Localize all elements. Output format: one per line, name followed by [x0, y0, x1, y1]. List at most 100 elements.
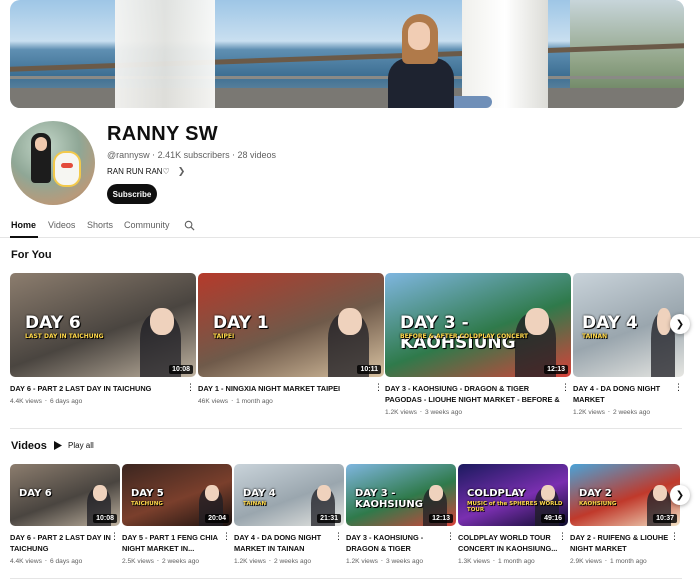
more-vert-icon[interactable]: ⋮ [186, 382, 195, 393]
duration-badge: 21:31 [317, 514, 341, 523]
thumbnail-subtitle-overlay: TAICHUNG [131, 501, 163, 507]
thumbnail-subtitle-overlay: TAINAN [243, 501, 267, 507]
video-card[interactable]: DAY 5 TAICHUNG 20:04 DAY 5 - PART 1 FENG CH… [122, 464, 232, 565]
video-meta: 1.2K views ‧ 2 weeks ago [234, 557, 344, 565]
thumbnail-title-overlay: DAY 2 [579, 488, 612, 499]
upload-age: 1 month ago [610, 558, 647, 565]
video-card[interactable]: DAY 2 KAOHSIUNG 10:37 DAY 2 - RUIFENG & LIO… [570, 464, 680, 565]
more-vert-icon[interactable]: ⋮ [374, 382, 383, 393]
video-meta: 1.3K views ‧ 1 month ago [458, 557, 568, 565]
video-card[interactable]: DAY 3 - KAOHSIUNG BEFORE & AFTER COLDPLAY… [385, 273, 571, 416]
active-tab-indicator [10, 236, 38, 238]
channel-avatar[interactable] [11, 121, 95, 205]
more-vert-icon[interactable]: ⋮ [561, 382, 570, 393]
meta-separator: ‧ [492, 558, 495, 565]
video-title[interactable]: DAY 3 - KAOHSIUNG - DRAGON & TIGER PAGOD… [346, 532, 456, 554]
tab-community[interactable]: Community [124, 220, 170, 230]
more-vert-icon[interactable]: ⋮ [222, 531, 231, 542]
view-count: 2.5K views [122, 558, 154, 565]
meta-separator: ‧ [604, 558, 607, 565]
video-thumbnail[interactable]: DAY 6 LAST DAY IN TAICHUNG 10:08 [10, 273, 196, 377]
more-vert-icon[interactable]: ⋮ [670, 531, 679, 542]
subscribe-button[interactable]: Subscribe [107, 184, 157, 204]
video-meta: 1.2K views ‧ 3 weeks ago [385, 408, 571, 416]
more-vert-icon[interactable]: ⋮ [110, 531, 119, 542]
play-all-button[interactable]: Play all [54, 441, 94, 450]
thumbnail-subtitle-overlay: LAST DAY IN TAICHUNG [25, 333, 104, 340]
video-title[interactable]: DAY 2 - RUIFENG & LIOUHE NIGHT MARKET KA… [570, 532, 680, 554]
video-thumbnail[interactable]: DAY 4 TAINAN [573, 273, 684, 377]
thumbnail-face [150, 308, 174, 335]
channel-name: RANNY SW [107, 123, 218, 145]
video-title[interactable]: DAY 4 - DA DONG NIGHT MARKET IN TAINAN [234, 532, 344, 554]
video-title[interactable]: DAY 6 - PART 2 LAST DAY IN TAICHUNG [10, 532, 120, 554]
video-thumbnail[interactable]: DAY 3 - KAOHSIUNG 12:13 [346, 464, 456, 526]
video-meta: 2.9K views ‧ 1 month ago [570, 557, 680, 565]
video-meta: 2.5K views ‧ 2 weeks ago [122, 557, 232, 565]
more-vert-icon[interactable]: ⋮ [558, 531, 567, 542]
channel-banner [10, 0, 684, 108]
meta-separator: ‧ [231, 398, 234, 405]
meta-separator: ‧ [419, 409, 422, 416]
duration-badge: 20:04 [205, 514, 229, 523]
meta-separator: ‧ [152, 150, 156, 160]
video-meta: 1.2K views ‧ 3 weeks ago [346, 557, 456, 565]
tab-shorts[interactable]: Shorts [87, 220, 113, 230]
upload-age: 3 weeks ago [386, 558, 424, 565]
thumbnail-title-overlay: DAY 6 [25, 313, 81, 333]
video-card[interactable]: DAY 6 10:08 DAY 6 - PART 2 LAST DAY IN TAI… [10, 464, 120, 565]
more-vert-icon[interactable]: ⋮ [334, 531, 343, 542]
thumbnail-title-overlay: DAY 5 [131, 488, 164, 499]
video-thumbnail[interactable]: DAY 6 10:08 [10, 464, 120, 526]
section-title-videos: Videos [11, 440, 47, 452]
video-card[interactable]: DAY 4 TAINAN 21:31 DAY 4 - DA DONG NIGHT MA… [234, 464, 344, 565]
video-card[interactable]: DAY 1 TAIPEI 10:11 DAY 1 - NINGXIA NIGHT MA… [198, 273, 384, 405]
video-title[interactable]: DAY 3 - KAOHSIUNG - DRAGON & TIGER PAGOD… [385, 383, 571, 405]
thumbnail-face [657, 308, 671, 335]
meta-separator: ‧ [156, 558, 159, 565]
banner-person [382, 14, 492, 108]
thumbnail-face [93, 485, 107, 501]
video-title[interactable]: DAY 4 - DA DONG NIGHT MARKET [573, 383, 684, 405]
video-title[interactable]: DAY 6 - PART 2 LAST DAY IN TAICHUNG [10, 383, 196, 394]
video-thumbnail[interactable]: DAY 2 KAOHSIUNG 10:37 [570, 464, 680, 526]
channel-tabs: Home Videos Shorts Community [0, 214, 700, 238]
thumbnail-title-overlay: DAY 4 [582, 313, 638, 333]
video-thumbnail[interactable]: DAY 3 - KAOHSIUNG BEFORE & AFTER COLDPLAY… [385, 273, 571, 377]
upload-age: 1 month ago [498, 558, 535, 565]
video-meta: 4.4K views ‧ 6 days ago [10, 557, 120, 565]
upload-age: 2 weeks ago [162, 558, 200, 565]
channel-description[interactable]: RAN RUN RAN♡ ❯ [107, 166, 185, 177]
video-card[interactable]: DAY 6 LAST DAY IN TAICHUNG 10:08 DAY 6 - PA… [10, 273, 196, 405]
view-count: 4.4K views [10, 398, 42, 405]
thumbnail-subtitle-overlay: TAIPEI [213, 333, 235, 340]
search-icon[interactable] [184, 220, 195, 231]
video-card[interactable]: DAY 4 TAINAN DAY 4 - DA DONG NIGHT MARKET ⋮… [573, 273, 684, 416]
video-meta: 4.4K views ‧ 6 days ago [10, 397, 196, 405]
upload-age: 2 weeks ago [613, 409, 651, 416]
tab-videos[interactable]: Videos [48, 220, 75, 230]
video-meta: 1.2K views ‧ 2 weeks ago [573, 408, 684, 416]
chevron-right-icon[interactable]: ❯ [670, 485, 690, 505]
video-thumbnail[interactable]: DAY 5 TAICHUNG 20:04 [122, 464, 232, 526]
duration-badge: 12:13 [429, 514, 453, 523]
meta-separator: ‧ [607, 409, 610, 416]
video-title[interactable]: DAY 5 - PART 1 FENG CHIA NIGHT MARKET IN… [122, 532, 232, 554]
video-thumbnail[interactable]: COLDPLAY MUSIC of the SPHERES WORLD TOUR 4… [458, 464, 568, 526]
description-text: RAN RUN RAN♡ [107, 167, 170, 176]
video-title[interactable]: DAY 1 - NINGXIA NIGHT MARKET TAIPEI [198, 383, 384, 394]
view-count: 1.2K views [346, 558, 378, 565]
more-vert-icon[interactable]: ⋮ [674, 382, 683, 393]
video-card[interactable]: DAY 3 - KAOHSIUNG 12:13 DAY 3 - KAOHSIUNG … [346, 464, 456, 565]
video-thumbnail[interactable]: DAY 1 TAIPEI 10:11 [198, 273, 384, 377]
thumbnail-face [205, 485, 219, 501]
channel-handle: @rannysw [107, 150, 150, 160]
section-title-for-you: For You [11, 249, 52, 261]
chevron-right-icon[interactable]: ❯ [670, 314, 690, 334]
video-title[interactable]: COLDPLAY WORLD TOUR CONCERT IN KAOHSIUNG… [458, 532, 568, 554]
video-thumbnail[interactable]: DAY 4 TAINAN 21:31 [234, 464, 344, 526]
thumbnail-subtitle-overlay: TAINAN [582, 333, 608, 340]
video-card[interactable]: COLDPLAY MUSIC of the SPHERES WORLD TOUR 4… [458, 464, 568, 565]
more-vert-icon[interactable]: ⋮ [446, 531, 455, 542]
tab-home[interactable]: Home [11, 220, 36, 230]
